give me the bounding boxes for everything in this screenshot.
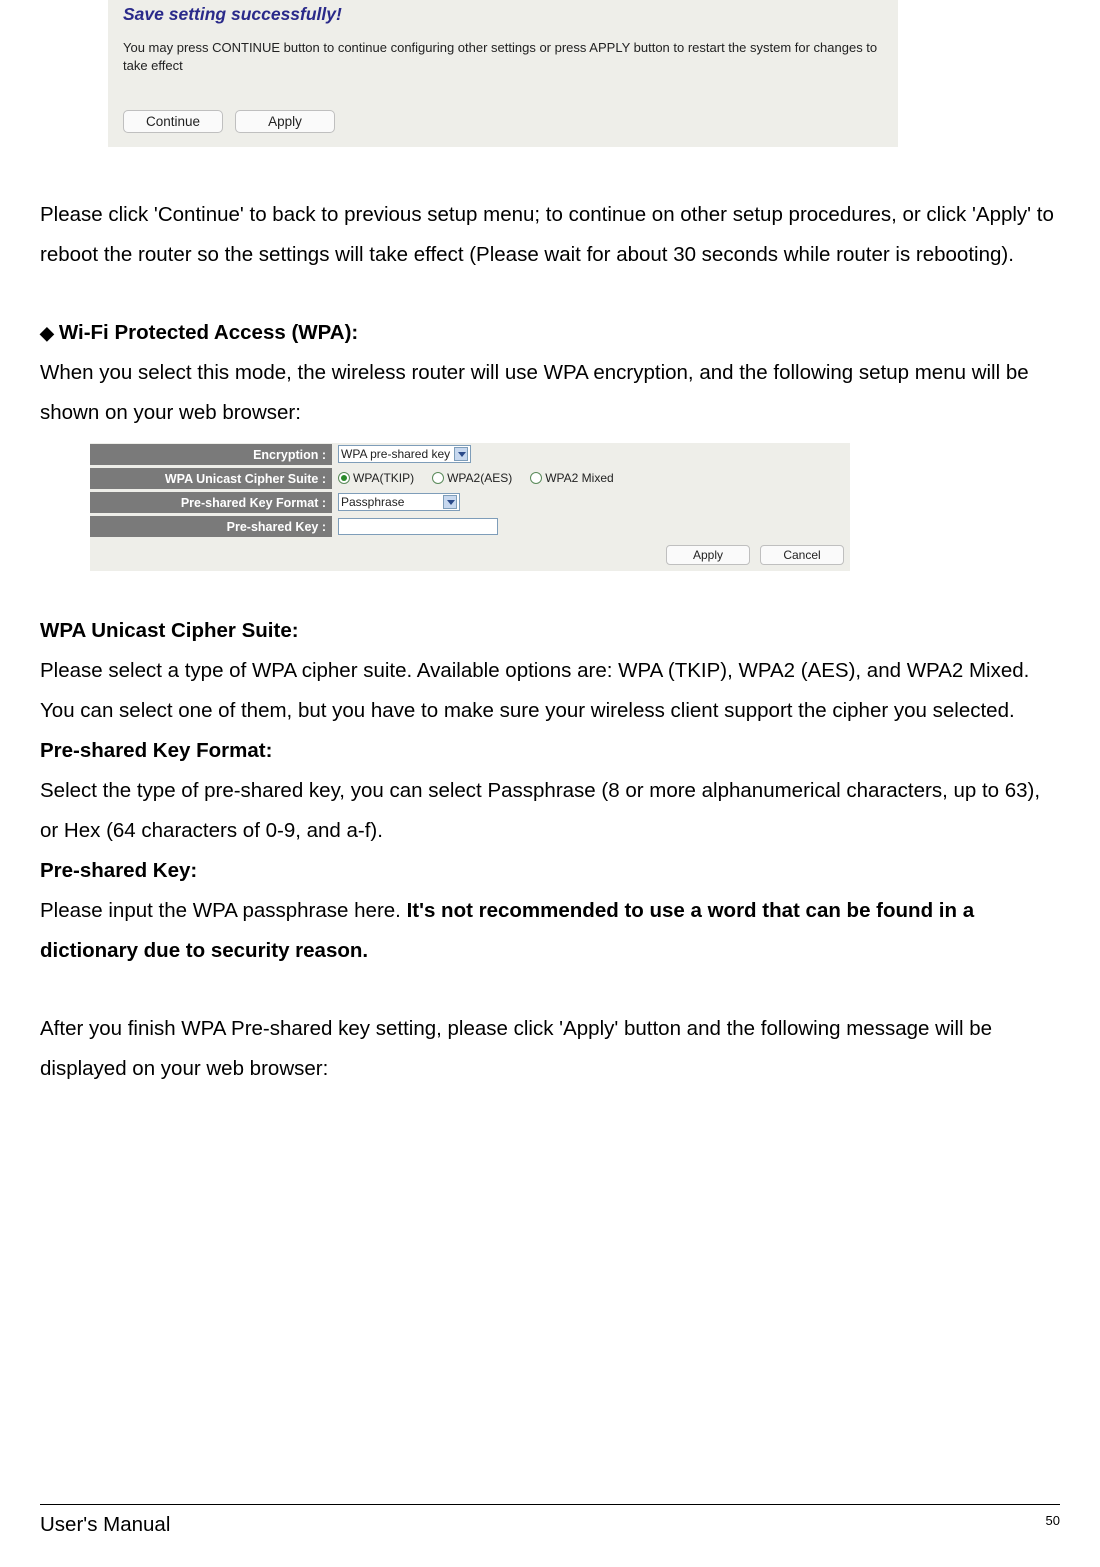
wpa-section-header: ◆ Wi-Fi Protected Access (WPA): [40,313,1060,353]
wpa-section-intro: When you select this mode, the wireless … [40,353,1060,433]
wpa-panel-footer: Apply Cancel [90,539,850,571]
chevron-down-icon [454,447,468,461]
wpa-apply-button[interactable]: Apply [666,545,750,565]
presharedkey-row: Pre-shared Key : [90,515,850,539]
save-dialog-title: Save setting successfully! [123,0,883,25]
page-footer: User's Manual 50 [40,1504,1060,1537]
presharedkey-input[interactable] [338,518,498,535]
save-setting-dialog: Save setting successfully! You may press… [108,0,898,147]
radio-icon [432,472,444,484]
encryption-select[interactable]: WPA pre-shared key [338,445,471,463]
continue-button[interactable]: Continue [123,110,223,133]
wpa-settings-panel: Encryption : WPA pre-shared key WPA Unic… [90,443,850,571]
cipher-row: WPA Unicast Cipher Suite : WPA(TKIP) WPA… [90,467,850,491]
encryption-row: Encryption : WPA pre-shared key [90,443,850,467]
diamond-bullet-icon: ◆ [40,323,59,343]
chevron-down-icon [443,495,457,509]
save-dialog-buttons: Continue Apply [123,110,883,133]
def-cipher-term: WPA Unicast Cipher Suite: [40,611,1060,651]
keyformat-field: Passphrase [332,491,850,513]
paragraph-after-defs: After you finish WPA Pre-shared key sett… [40,1009,1060,1089]
def-key-desc: Please input the WPA passphrase here. It… [40,891,1060,971]
def-key-desc-prefix: Please input the WPA passphrase here. [40,899,407,922]
radio-icon [530,472,542,484]
presharedkey-field [332,515,850,537]
radio-icon [338,472,350,484]
def-format-term: Pre-shared Key Format: [40,731,1060,771]
def-cipher-desc: Please select a type of WPA cipher suite… [40,651,1060,731]
cipher-option-0: WPA(TKIP) [353,471,414,485]
keyformat-row: Pre-shared Key Format : Passphrase [90,491,850,515]
keyformat-select-value: Passphrase [341,495,404,509]
apply-button[interactable]: Apply [235,110,335,133]
cipher-radio-group: WPA(TKIP) WPA2(AES) WPA2 Mixed [338,471,614,485]
cipher-label: WPA Unicast Cipher Suite : [90,467,332,489]
cipher-radio-mixed[interactable]: WPA2 Mixed [530,471,613,485]
keyformat-label: Pre-shared Key Format : [90,491,332,513]
cipher-radio-aes[interactable]: WPA2(AES) [432,471,512,485]
save-dialog-description: You may press CONTINUE button to continu… [123,39,883,74]
encryption-select-value: WPA pre-shared key [341,447,450,461]
cipher-field: WPA(TKIP) WPA2(AES) WPA2 Mixed [332,467,850,489]
encryption-label: Encryption : [90,443,332,465]
wpa-cancel-button[interactable]: Cancel [760,545,844,565]
cipher-option-2: WPA2 Mixed [545,471,613,485]
cipher-radio-tkip[interactable]: WPA(TKIP) [338,471,414,485]
def-format-desc: Select the type of pre-shared key, you c… [40,771,1060,851]
cipher-option-1: WPA2(AES) [447,471,512,485]
paragraph-after-save: Please click 'Continue' to back to previ… [40,195,1060,275]
encryption-field: WPA pre-shared key [332,443,850,465]
presharedkey-label: Pre-shared Key : [90,515,332,537]
def-key-term: Pre-shared Key: [40,851,1060,891]
wpa-section-title: Wi-Fi Protected Access (WPA): [59,321,358,344]
keyformat-select[interactable]: Passphrase [338,493,460,511]
footer-title: User's Manual [40,1513,170,1537]
footer-page-number: 50 [1046,1513,1060,1528]
